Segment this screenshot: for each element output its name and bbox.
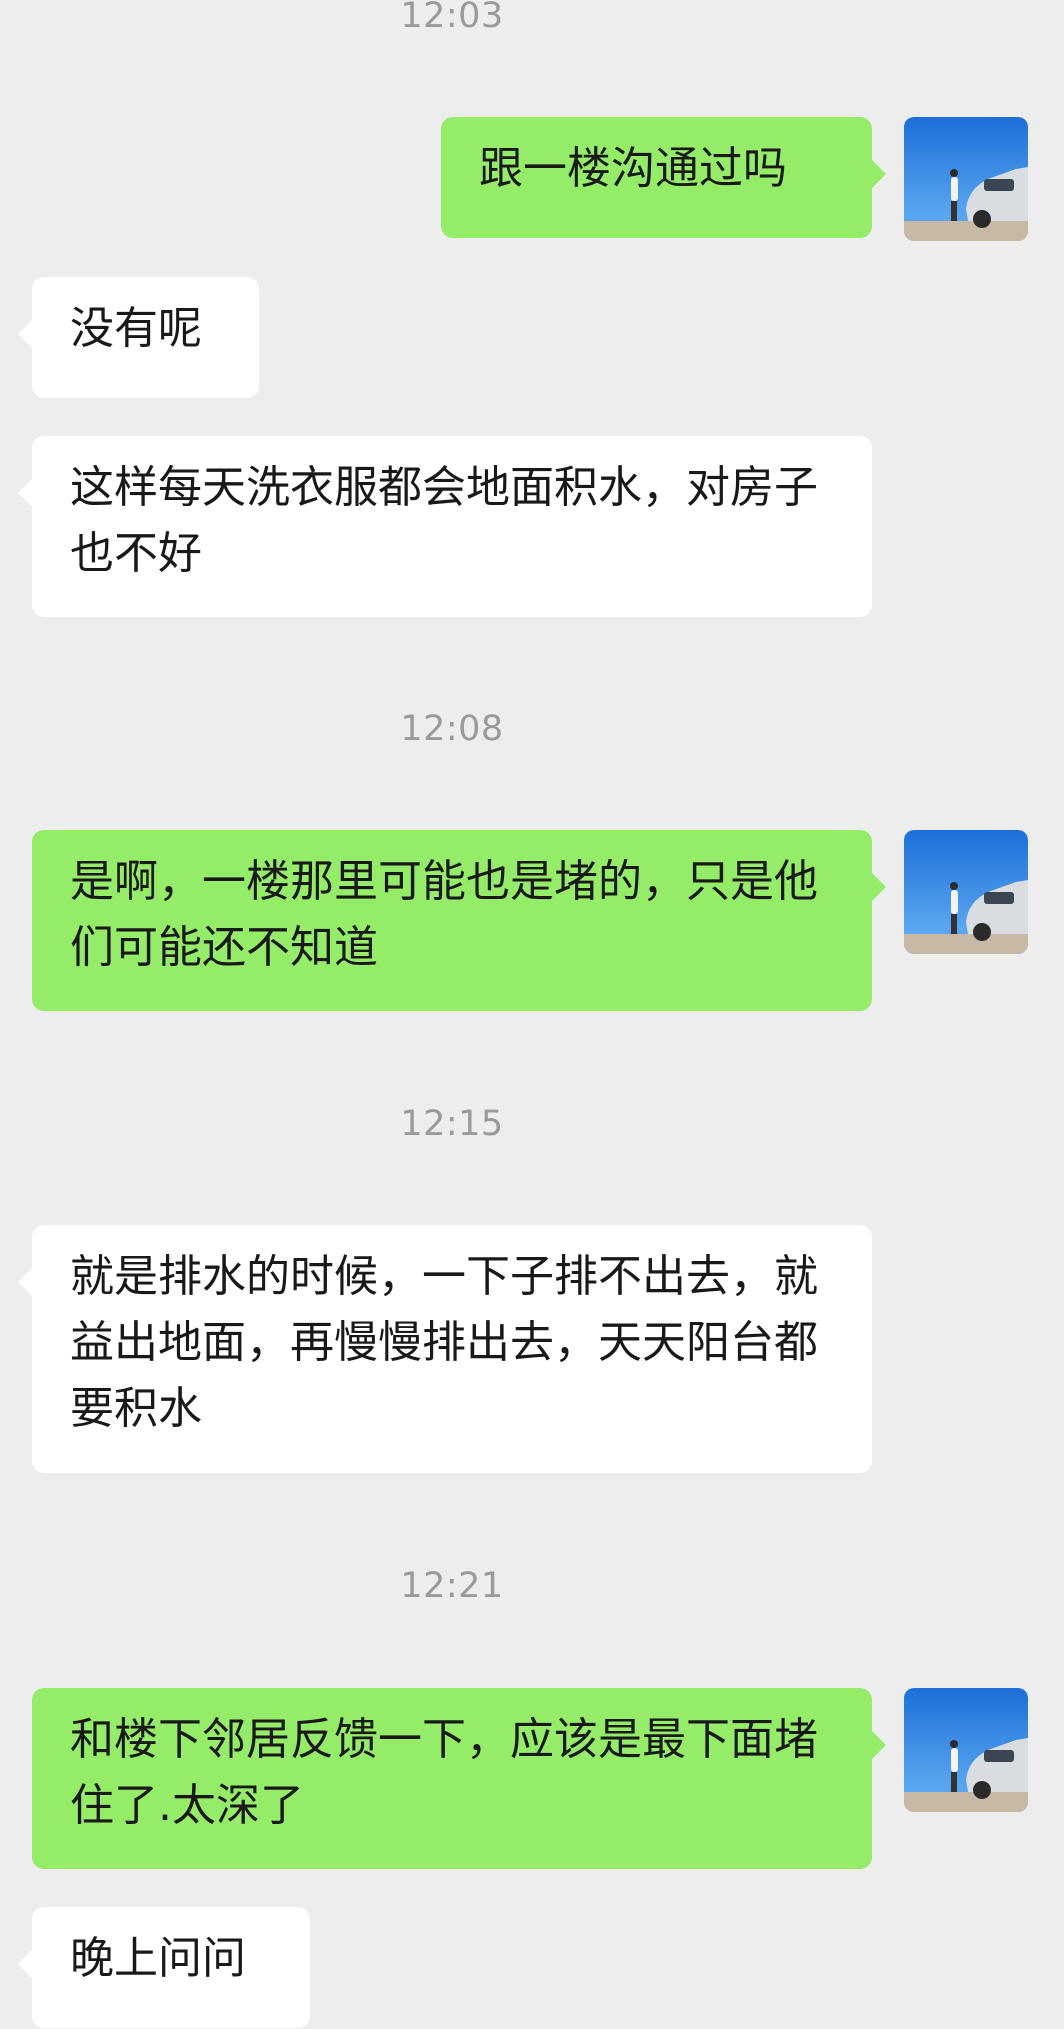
timestamp: 12:08 xyxy=(400,709,504,749)
avatar-photo-car-sky-icon xyxy=(904,830,1028,954)
incoming-message-bubble[interactable]: 就是排水的时候，一下子排不出去，就益出地面，再慢慢排出去，天天阳台都要积水 xyxy=(18,1225,872,1473)
outgoing-message-bubble[interactable]: 跟一楼沟通过吗 xyxy=(441,117,886,238)
avatar-photo-car-sky-icon xyxy=(904,117,1028,241)
avatar-photo-car-sky-icon xyxy=(904,1688,1028,1812)
incoming-message-bubble[interactable]: 没有呢 xyxy=(18,277,259,398)
timestamp: 12:03 xyxy=(400,0,504,36)
avatar[interactable] xyxy=(904,117,1028,241)
incoming-message-bubble[interactable]: 晚上问问 xyxy=(18,1907,310,2028)
incoming-message-bubble[interactable]: 这样每天洗衣服都会地面积水，对房子也不好 xyxy=(18,436,872,617)
timestamp: 12:21 xyxy=(400,1566,504,1606)
avatar[interactable] xyxy=(904,830,1028,954)
outgoing-message-bubble[interactable]: 和楼下邻居反馈一下，应该是最下面堵住了.太深了 xyxy=(32,1688,886,1869)
timestamp: 12:15 xyxy=(400,1104,504,1144)
avatar[interactable] xyxy=(904,1688,1028,1812)
outgoing-message-bubble[interactable]: 是啊，一楼那里可能也是堵的，只是他们可能还不知道 xyxy=(32,830,886,1011)
